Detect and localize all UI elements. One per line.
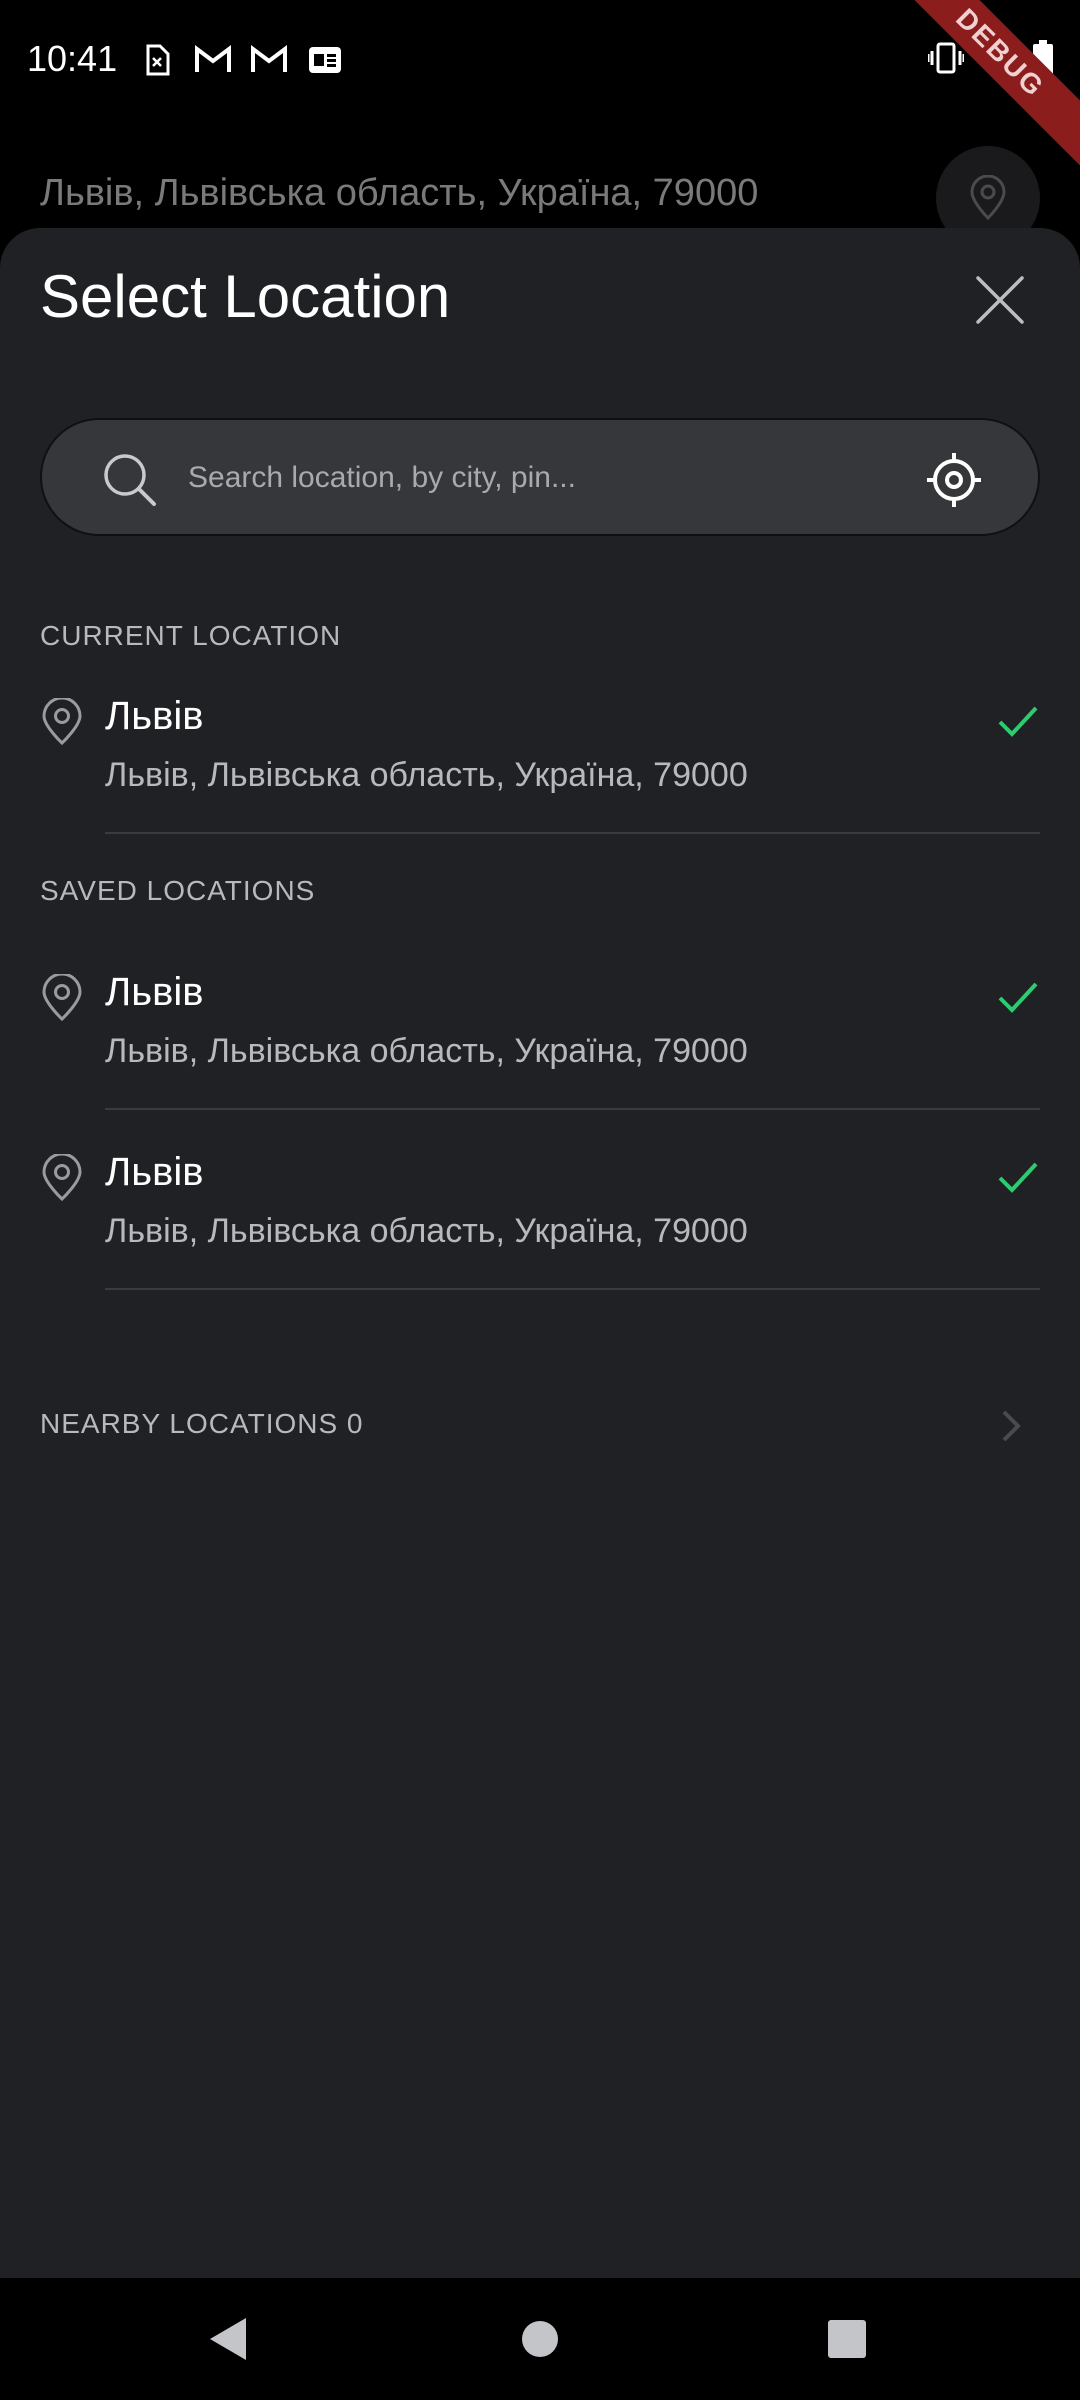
recents-button[interactable] — [822, 2314, 872, 2364]
home-button[interactable] — [515, 2314, 565, 2364]
location-name: Львів — [105, 1150, 204, 1194]
map-pin-icon — [42, 698, 82, 746]
status-time: 10:41 — [27, 38, 118, 79]
search-input[interactable] — [188, 450, 908, 506]
back-button[interactable] — [203, 2314, 253, 2364]
status-bar: 10:41 DEBUG — [0, 0, 1080, 176]
chevron-right-icon — [1002, 1410, 1021, 1442]
location-address: Львів, Львівська область, Україна, 79000 — [105, 1032, 748, 1070]
saved-location-item[interactable]: Львів Львів, Львівська область, Україна,… — [0, 1138, 1080, 1290]
check-icon — [998, 1162, 1038, 1193]
nearby-locations-label: NEARBY LOCATIONS 0 — [40, 1408, 364, 1439]
screen: 10:41 DEBUG Львів, Львівська область, Ук… — [0, 0, 1080, 2400]
divider — [105, 1108, 1040, 1110]
map-pin-icon — [42, 1154, 82, 1202]
divider — [105, 1288, 1040, 1290]
search-box — [40, 418, 1040, 536]
current-location-label: CURRENT LOCATION — [40, 620, 342, 651]
saved-locations-label: SAVED LOCATIONS — [40, 875, 316, 906]
sim-icon — [138, 42, 176, 78]
home-icon — [522, 2321, 558, 2357]
nearby-locations-row[interactable]: NEARBY LOCATIONS 0 — [0, 1398, 1080, 1458]
location-name: Львів — [105, 970, 204, 1014]
location-address: Львів, Львівська область, Україна, 79000 — [105, 756, 748, 794]
select-location-sheet: Select Location CURRENT LOCATION Львів Л… — [0, 228, 1080, 2278]
news-icon — [306, 42, 344, 78]
navigation-bar — [0, 2278, 1080, 2400]
vibrate-icon — [926, 41, 966, 80]
divider — [105, 832, 1040, 834]
map-pin-icon — [42, 974, 82, 1022]
close-button[interactable] — [970, 270, 1030, 330]
gmail-icon — [250, 42, 288, 78]
check-icon — [998, 706, 1038, 737]
sheet-title: Select Location — [40, 263, 451, 330]
map-pin-icon — [970, 175, 1006, 221]
recents-icon — [828, 2320, 866, 2358]
gps-target-icon — [927, 453, 981, 507]
notification-icons — [138, 42, 344, 78]
gmail-icon — [194, 42, 232, 78]
saved-location-item[interactable]: Львів Львів, Львівська область, Україна,… — [0, 958, 1080, 1110]
current-location-button[interactable] — [922, 448, 986, 512]
back-icon — [210, 2318, 246, 2360]
background-address: Львів, Львівська область, Україна, 79000 — [40, 172, 759, 214]
location-address: Львів, Львівська область, Україна, 79000 — [105, 1212, 748, 1250]
close-icon — [976, 276, 1024, 324]
check-icon — [998, 982, 1038, 1013]
location-name: Львів — [105, 694, 204, 738]
current-location-item[interactable]: Львів Львів, Львівська область, Україна,… — [0, 682, 1080, 834]
search-icon — [102, 452, 158, 513]
